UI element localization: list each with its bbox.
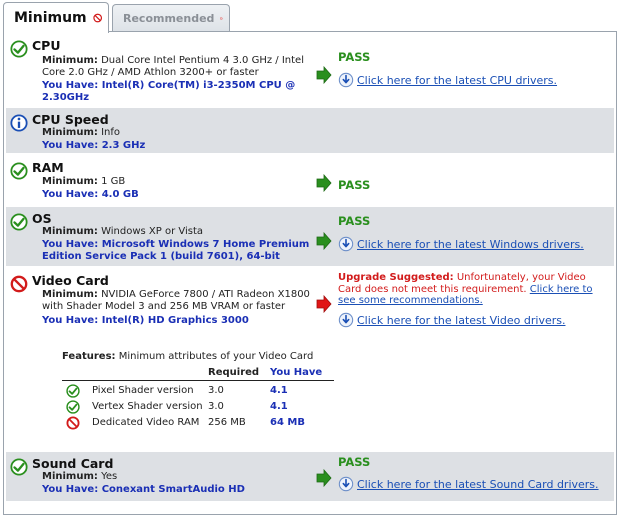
- no-icon: [10, 275, 28, 293]
- arrow-right-icon: [316, 232, 332, 250]
- sound-you-have: You Have: Conexant SmartAudio HD: [42, 484, 245, 495]
- sound-card-title: Sound Card: [32, 456, 114, 471]
- cpu-row: CPU Minimum: Dual Core Intel Pentium 4 3…: [6, 34, 614, 106]
- arrow-right-icon: [316, 174, 332, 192]
- download-icon: [338, 236, 354, 252]
- sound-driver-link[interactable]: Click here for the latest Sound Card dri…: [338, 476, 599, 492]
- video-you-have: You Have: Intel(R) HD Graphics 3000: [42, 315, 249, 326]
- check-icon: [66, 384, 80, 398]
- sound-card-row: Sound Card Minimum: Yes You Have: Conexa…: [6, 452, 614, 502]
- table-row: Pixel Shader version 3.0 4.1: [62, 383, 334, 399]
- tab-recommended-label: Recommended: [123, 12, 215, 25]
- col-required: Required: [208, 367, 260, 378]
- check-icon: [10, 458, 28, 476]
- download-icon: [338, 72, 354, 88]
- ram-title: RAM: [32, 160, 64, 175]
- check-icon: [66, 400, 80, 414]
- video-driver-link-text[interactable]: Click here for the latest Video drivers.: [357, 314, 565, 327]
- cpu-speed-row: CPU Speed Minimum: Info You Have: 2.3 GH…: [6, 108, 614, 154]
- ram-minimum: Minimum: 1 GB: [42, 176, 126, 187]
- cpu-driver-link[interactable]: Click here for the latest CPU drivers.: [338, 72, 557, 88]
- os-minimum: Minimum: Windows XP or Vista: [42, 226, 204, 237]
- os-driver-link-text[interactable]: Click here for the latest Windows driver…: [357, 238, 584, 251]
- download-icon: [338, 476, 354, 492]
- arrow-right-icon: [316, 295, 332, 313]
- no-icon: [220, 10, 223, 27]
- sound-pass: PASS: [338, 455, 371, 469]
- os-title: OS: [32, 211, 52, 226]
- check-icon: [10, 162, 28, 180]
- video-card-row: Video Card Minimum: NVIDIA GeForce 7800 …: [6, 269, 614, 450]
- sound-minimum: Minimum: Yes: [42, 471, 118, 482]
- tab-minimum-label: Minimum: [14, 10, 87, 26]
- cpu-driver-link-text[interactable]: Click here for the latest CPU drivers.: [357, 74, 557, 87]
- ram-row: RAM Minimum: 1 GB You Have: 4.0 GB PASS: [6, 156, 614, 205]
- cpu-pass: PASS: [338, 50, 371, 64]
- info-icon: [10, 114, 28, 132]
- col-you-have: You Have: [270, 367, 323, 378]
- arrow-right-icon: [316, 66, 332, 84]
- video-minimum: Minimum: NVIDIA GeForce 7800 / ATI Radeo…: [42, 289, 310, 312]
- video-features-caption: Features: Minimum attributes of your Vid…: [62, 351, 314, 362]
- table-row: Dedicated Video RAM 256 MB 64 MB: [62, 415, 334, 431]
- cpu-speed-minimum: Minimum: Info: [42, 127, 121, 138]
- check-icon: [10, 40, 28, 58]
- tab-minimum[interactable]: Minimum: [3, 2, 109, 33]
- cpu-speed-you-have: You Have: 2.3 GHz: [42, 140, 146, 151]
- cpu-speed-title: CPU Speed: [32, 112, 109, 127]
- os-row: OS Minimum: Windows XP or Vista You Have…: [6, 207, 614, 267]
- sound-driver-link-text[interactable]: Click here for the latest Sound Card dri…: [357, 478, 599, 491]
- os-you-have: You Have: Microsoft Windows 7 Home Premi…: [42, 239, 310, 262]
- ram-you-have: You Have: 4.0 GB: [42, 189, 139, 200]
- cpu-you-have: You Have: Intel(R) Core(TM) i3-2350M CPU…: [42, 80, 296, 103]
- check-icon: [10, 213, 28, 231]
- cpu-minimum: Minimum: Dual Core Intel Pentium 4 3.0 G…: [42, 55, 304, 78]
- video-driver-link[interactable]: Click here for the latest Video drivers.: [338, 312, 565, 328]
- no-icon: [93, 9, 102, 27]
- video-features-table: Required You Have Pixel Shader version 3…: [62, 367, 334, 433]
- tab-recommended[interactable]: Recommended: [112, 4, 230, 32]
- requirements-panel: CPU Minimum: Dual Core Intel Pentium 4 3…: [3, 31, 617, 515]
- ram-pass: PASS: [338, 178, 371, 192]
- no-icon: [66, 416, 80, 430]
- video-card-title: Video Card: [32, 273, 109, 288]
- table-divider: [62, 380, 334, 381]
- cpu-title: CPU: [32, 38, 61, 53]
- os-pass: PASS: [338, 214, 371, 228]
- table-row: Vertex Shader version 3.0 4.1: [62, 399, 334, 415]
- os-driver-link[interactable]: Click here for the latest Windows driver…: [338, 236, 584, 252]
- arrow-right-icon: [316, 469, 332, 487]
- download-icon: [338, 312, 354, 328]
- tab-bar: Minimum Recommended: [3, 2, 617, 33]
- upgrade-suggestion: Upgrade Suggested: Unfortunately, your V…: [338, 272, 593, 306]
